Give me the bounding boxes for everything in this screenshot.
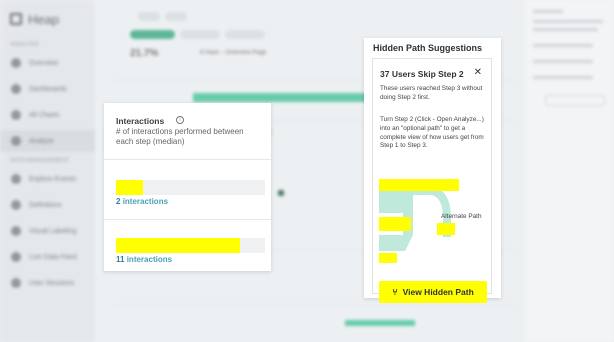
divider [115, 305, 515, 306]
chart-icon [11, 110, 21, 120]
sidebar-section-data: Data Management [10, 158, 70, 164]
sidebar-section-analysis: Analysis [10, 42, 39, 48]
close-icon[interactable]: ✕ [474, 67, 482, 78]
text-line [533, 44, 593, 47]
sidebar-item-analyze[interactable]: Analyze [0, 130, 95, 152]
interaction-unit: interactions [122, 197, 169, 206]
sidebar-item-definitions[interactable]: Definitions [0, 194, 95, 216]
analyze-icon [11, 136, 21, 146]
logo-icon [10, 13, 22, 25]
sidebar-item-visual-labeling[interactable]: Visual Labeling [0, 220, 95, 242]
interaction-count-label[interactable]: 11 interactions [116, 255, 172, 264]
stat-value: 21.7% [130, 48, 159, 59]
path-diagram [379, 179, 459, 263]
branch-icon: ⑂ [392, 287, 398, 297]
filter-pill[interactable] [225, 30, 265, 39]
text-line [533, 28, 598, 31]
interaction-unit: interactions [126, 255, 173, 264]
step-highlight [379, 253, 397, 263]
interaction-bar-fill [116, 238, 240, 253]
interaction-bar-track [116, 180, 265, 195]
divider [104, 219, 271, 220]
text-line [533, 20, 603, 23]
flow-shape [379, 235, 413, 251]
interactions-title: Interactions [116, 116, 165, 126]
divider [104, 159, 271, 160]
filter-pill[interactable] [180, 30, 220, 39]
hidden-path-panel: Hidden Path Suggestions 37 Users Skip St… [364, 38, 501, 303]
chart-point [278, 190, 284, 196]
step-highlight [379, 179, 459, 191]
filter-pill-active[interactable] [130, 30, 175, 39]
panel-button[interactable] [545, 95, 605, 106]
sidebar-item-explore-events[interactable]: Explore Events [0, 168, 95, 190]
right-panel [525, 0, 614, 342]
events-icon [11, 174, 21, 184]
sidebar: Heap Analysis Overview Dashboards All Ch… [0, 0, 95, 342]
interaction-count: 11 [116, 255, 125, 264]
alternate-path-label: Alternate Path [441, 213, 482, 220]
interaction-bar-track [116, 238, 265, 253]
sidebar-item-live-data-feed[interactable]: Live Data Feed [0, 246, 95, 268]
feed-icon [11, 252, 21, 262]
card-instructions: Turn Step 2 (Click - Open Analyze...) in… [380, 116, 484, 150]
interaction-count-label[interactable]: 2 interactions [116, 197, 168, 206]
interaction-count: 2 [116, 197, 121, 206]
view-hidden-path-button[interactable]: ⑂ View Hidden Path [379, 281, 487, 303]
stat-caption: 6 Have – Overview Page [200, 50, 267, 56]
dashboard-icon [11, 84, 21, 94]
sidebar-item-overview[interactable]: Overview [0, 52, 95, 74]
sidebar-item-all-charts[interactable]: All Charts [0, 104, 95, 126]
card-title: 37 Users Skip Step 2 [380, 69, 464, 79]
sidebar-item-dashboards[interactable]: Dashboards [0, 78, 95, 100]
button-label: View Hidden Path [402, 287, 474, 297]
interactions-popover: Interactions i # of interactions perform… [104, 103, 271, 271]
grid-icon [11, 58, 21, 68]
tab-pill[interactable] [138, 12, 160, 21]
funnel-bar [345, 320, 415, 326]
info-icon[interactable]: i [176, 116, 184, 124]
text-line [533, 60, 593, 63]
step-highlight [379, 217, 411, 231]
card-description: These users reached Step 3 without doing… [380, 85, 483, 101]
panel-title: Hidden Path Suggestions [373, 43, 483, 53]
interactions-subtitle: # of interactions performed between each… [116, 127, 244, 146]
suggestion-card: 37 Users Skip Step 2 ✕ These users reach… [372, 58, 492, 303]
background-app: Heap Analysis Overview Dashboards All Ch… [0, 0, 614, 342]
logo-text: Heap [28, 12, 60, 27]
sessions-icon [11, 278, 21, 288]
definitions-icon [11, 200, 21, 210]
text-line [533, 10, 563, 13]
text-line [533, 76, 593, 79]
interaction-bar-fill [116, 180, 143, 195]
tab-pill[interactable] [165, 12, 187, 21]
labeling-icon [11, 226, 21, 236]
step-highlight [437, 223, 455, 235]
sidebar-item-user-sessions[interactable]: User Sessions [0, 272, 95, 294]
